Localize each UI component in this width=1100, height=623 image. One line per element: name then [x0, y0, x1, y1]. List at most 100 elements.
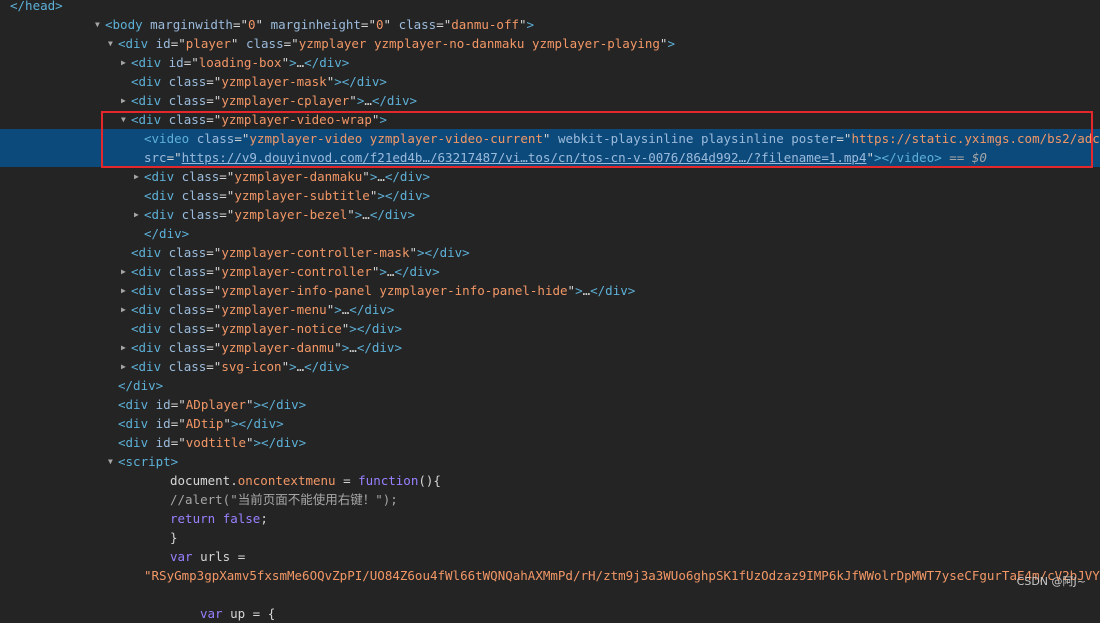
- dom-node-line[interactable]: <div class="yzmplayer-notice"></div>: [0, 319, 1100, 338]
- token-eq: =": [206, 245, 222, 260]
- token-attr: id: [155, 416, 171, 431]
- collapse-right-triangle-icon[interactable]: ▶: [121, 357, 131, 376]
- dom-node-line[interactable]: }: [0, 528, 1100, 547]
- dom-node-line[interactable]: ▶ <div class="yzmplayer-danmu">…</div>: [0, 338, 1100, 357]
- collapse-right-triangle-icon[interactable]: ▶: [121, 91, 131, 110]
- collapse-right-triangle-icon[interactable]: ▶: [121, 300, 131, 319]
- dom-node-line[interactable]: ▼ <script>: [0, 452, 1100, 471]
- dom-node-line[interactable]: ▼ <div class="yzmplayer-video-wrap">: [0, 110, 1100, 129]
- token-attr: marginheight: [270, 17, 361, 32]
- dom-node-line[interactable]: return false;: [0, 509, 1100, 528]
- token-val: yzmplayer-notice: [221, 321, 342, 336]
- token-attr: id: [155, 397, 171, 412]
- token-tag: ></div>: [349, 321, 402, 336]
- token-tag: <div: [144, 169, 182, 184]
- token-val: yzmplayer-danmaku: [234, 169, 363, 184]
- collapse-right-triangle-icon[interactable]: ▶: [134, 167, 144, 186]
- dom-node-line[interactable]: ▶ <div id="loading-box">…</div>: [0, 53, 1100, 72]
- token-tag: >: [575, 283, 583, 298]
- collapse-right-triangle-icon[interactable]: ▶: [121, 281, 131, 300]
- token-ell: …: [582, 283, 591, 298]
- token-js-kw: function: [358, 473, 419, 488]
- dom-node-line[interactable]: ▶ <div class="yzmplayer-info-panel yzmpla…: [0, 281, 1100, 300]
- token-eq: =": [836, 131, 852, 146]
- token-js-id: urls =: [200, 549, 246, 564]
- token-attr: class: [168, 93, 207, 108]
- token-eq: =": [170, 36, 186, 51]
- collapse-right-triangle-icon[interactable]: ▶: [121, 338, 131, 357]
- token-val: yzmplayer-bezel: [234, 207, 348, 222]
- token-attr: class: [181, 207, 220, 222]
- dom-node-selected[interactable]: src="https://v9.douyinvod.com/f21ed4b…/6…: [0, 148, 1100, 167]
- dom-node-line[interactable]: "RSyGmp3gpXamv5fxsmMe6OQvZpPI/UO84Z6ou4f…: [0, 566, 1100, 585]
- dom-node-line[interactable]: document.oncontextmenu = function(){: [0, 471, 1100, 490]
- token-eq: =": [436, 17, 452, 32]
- token-eq: =": [206, 264, 222, 279]
- token-js-id: }: [170, 530, 178, 545]
- token-eq: ": [409, 245, 418, 260]
- token-eq: =": [219, 169, 235, 184]
- token-attr: class: [168, 283, 207, 298]
- token-eq: =": [360, 17, 376, 32]
- dom-node-line[interactable]: ▶ <div class="svg-icon">…</div>: [0, 357, 1100, 376]
- token-tag: >: [289, 55, 297, 70]
- dom-node-line[interactable]: ▶ <div class="yzmplayer-bezel">…</div>: [0, 205, 1100, 224]
- token-attr: id: [155, 435, 171, 450]
- dom-node-line[interactable]: <div id="vodtitle"></div>: [0, 433, 1100, 452]
- token-eq: ": [866, 150, 875, 165]
- dom-node-line[interactable]: ▼ <div id="player" class="yzmplayer yzmpl…: [0, 34, 1100, 53]
- dom-node-line[interactable]: <div id="ADtip"></div>: [0, 414, 1100, 433]
- token-attr: class: [168, 245, 207, 260]
- token-eq: =": [170, 397, 186, 412]
- token-attr: webkit-playsinline playsinline poster: [557, 131, 837, 146]
- dom-node-line[interactable]: <div id="ADplayer"></div>: [0, 395, 1100, 414]
- dom-node-line[interactable]: </head>: [0, 0, 1100, 15]
- dom-node-line[interactable]: var up = {: [0, 604, 1100, 623]
- token-tag: <div: [144, 207, 182, 222]
- dom-node-line[interactable]: var urls =: [0, 547, 1100, 566]
- dom-node-line[interactable]: ▶ <div class="yzmplayer-danmaku">…</div>: [0, 167, 1100, 186]
- token-eq: ": [519, 17, 527, 32]
- expand-down-triangle-icon[interactable]: ▼: [121, 110, 131, 129]
- dom-node-line[interactable]: ▶ <div class="yzmplayer-controller">…</di…: [0, 262, 1100, 281]
- token-tag: <script>: [118, 454, 179, 469]
- token-tag: ></div>: [334, 74, 387, 89]
- token-eq: ": [362, 169, 370, 184]
- dom-node-line[interactable]: ▼ <body marginwidth="0" marginheight="0" …: [0, 15, 1100, 34]
- dom-node-line[interactable]: </div>: [0, 224, 1100, 243]
- dom-node-line[interactable]: [0, 585, 1100, 604]
- token-eq: ": [230, 36, 246, 51]
- dom-node-line[interactable]: ▶ <div class="yzmplayer-cplayer">…</div>: [0, 91, 1100, 110]
- token-js-id: ;: [260, 511, 268, 526]
- token-eq: =": [206, 112, 222, 127]
- token-attr: class: [168, 340, 207, 355]
- token-eq: =": [170, 435, 186, 450]
- dom-node-line[interactable]: </div>: [0, 376, 1100, 395]
- token-tag: >: [526, 17, 535, 32]
- dom-node-line[interactable]: <div class="yzmplayer-subtitle"></div>: [0, 186, 1100, 205]
- collapse-right-triangle-icon[interactable]: ▶: [134, 205, 144, 224]
- dom-node-selected[interactable]: <video class="yzmplayer-video yzmplayer-…: [0, 129, 1100, 148]
- collapse-right-triangle-icon[interactable]: ▶: [121, 262, 131, 281]
- token-attr: id: [168, 55, 184, 70]
- token-val: yzmplayer yzmplayer-no-danmaku yzmplayer…: [298, 36, 660, 51]
- token-tag: ></div>: [253, 435, 307, 450]
- token-tag: </div>: [304, 55, 350, 70]
- token-val: vodtitle: [185, 435, 246, 450]
- dom-node-line[interactable]: <div class="yzmplayer-mask"></div>: [0, 72, 1100, 91]
- dom-node-line[interactable]: //alert("当前页面不能使用右键！");: [0, 490, 1100, 509]
- token-tag: </div>: [384, 169, 431, 184]
- expand-down-triangle-icon[interactable]: ▼: [108, 34, 118, 53]
- dom-node-line[interactable]: <div class="yzmplayer-controller-mask"><…: [0, 243, 1100, 262]
- expand-down-triangle-icon[interactable]: ▼: [95, 15, 105, 34]
- token-link[interactable]: https://v9.douyinvod.com/f21ed4b…/632174…: [182, 150, 867, 165]
- collapse-right-triangle-icon[interactable]: ▶: [121, 53, 131, 72]
- expand-down-triangle-icon[interactable]: ▼: [108, 452, 118, 471]
- token-eq: =": [206, 93, 222, 108]
- token-tag: </div>: [304, 359, 350, 374]
- token-attr: src: [144, 150, 167, 165]
- dom-node-line[interactable]: ▶ <div class="yzmplayer-menu">…</div>: [0, 300, 1100, 319]
- token-eq: =": [206, 321, 222, 336]
- token-val: yzmplayer-video-wrap: [221, 112, 372, 127]
- token-tag: <div: [131, 340, 169, 355]
